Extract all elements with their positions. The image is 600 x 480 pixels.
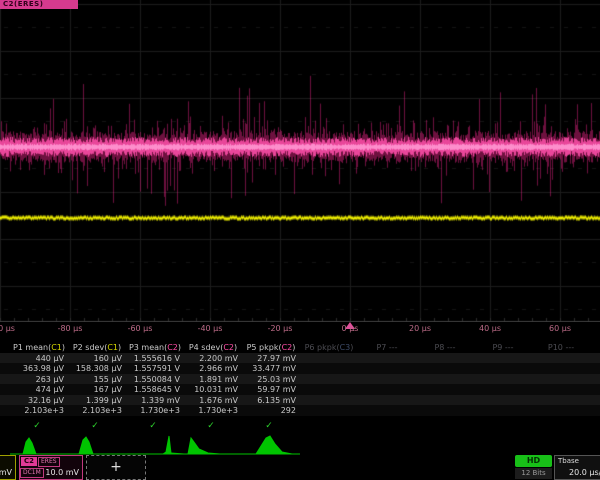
measure-source-label: C3 (340, 343, 351, 352)
measure-row: 440 µV160 µV1.555616 V2.200 mV27.97 mV (0, 353, 600, 364)
measure-status-row: ✓✓✓✓✓ (0, 421, 600, 432)
add-new-trace-button[interactable]: + (86, 455, 146, 480)
measure-header-p5[interactable]: P5 pkpk(C2) (242, 342, 300, 353)
measure-header-p10[interactable]: P10 --- (532, 342, 590, 353)
measure-row: 363.98 µV158.308 µV1.557591 V2.966 mV33.… (0, 363, 600, 374)
time-axis: -100 µs -80 µs -60 µs -40 µs -20 µs 0 µs 20 µs… (0, 322, 600, 336)
timebase-descriptor[interactable]: Tbase 20.0 µs/div (554, 455, 600, 480)
measure-value: 1.399 µV (68, 395, 126, 406)
measure-header-p8[interactable]: P8 --- (416, 342, 474, 353)
time-axis-label: 0 µs (342, 324, 359, 333)
timebase-title: Tbase (558, 457, 579, 465)
measure-header-row: P1 mean(C1)P2 sdev(C1)P3 mean(C2)P4 sdev… (0, 342, 600, 353)
measure-header-p9[interactable]: P9 --- (474, 342, 532, 353)
measure-header-p6[interactable]: P6 pkpk(C3) (300, 342, 358, 353)
measure-value: 440 µV (10, 353, 68, 364)
channel-descriptor-c1[interactable]: C1DC1M 10.0 mV (0, 455, 16, 480)
measure-source-label: C2 (223, 343, 234, 352)
hd-bits-label: 12 Bits (515, 468, 552, 479)
measure-value: 1.555616 V (126, 353, 184, 364)
measure-value: 2.966 mV (184, 363, 242, 374)
measure-value: 32.16 µV (10, 395, 68, 406)
histicon-p1[interactable] (10, 433, 68, 457)
measure-source-label: C2 (282, 343, 293, 352)
measure-value: 2.103e+3 (10, 405, 68, 416)
measure-header-p3[interactable]: P3 mean(C2) (126, 342, 184, 353)
hd-mode-badge: HD (515, 455, 552, 467)
histicon-p3[interactable] (126, 433, 184, 457)
measure-header-p2[interactable]: P2 sdev(C1) (68, 342, 126, 353)
measure-value: 25.03 mV (242, 374, 300, 385)
measure-value: 263 µV (10, 374, 68, 385)
status-check-icon: ✓ (126, 421, 184, 432)
trace-label-tab-c2[interactable]: C2(ERES) (0, 0, 78, 9)
measure-header-p11[interactable]: P11 --- (590, 342, 600, 353)
status-check-icon: ✓ (184, 421, 242, 432)
measure-value: 1.730e+3 (184, 405, 242, 416)
vertical-scale-c2: 10.0 mV (45, 468, 79, 477)
measure-value: 1.550084 V (126, 374, 184, 385)
measure-value: 158.308 µV (68, 363, 126, 374)
measure-value: 2.200 mV (184, 353, 242, 364)
measure-value: 292 (242, 405, 300, 416)
measure-header-p1[interactable]: P1 mean(C1) (10, 342, 68, 353)
measure-value: 1.339 mV (126, 395, 184, 406)
channel-descriptor-c2[interactable]: C2ERESDC1M 10.0 mV (19, 455, 83, 480)
measure-value: 1.891 mV (184, 374, 242, 385)
time-axis-label: -100 µs (0, 324, 15, 333)
oscilloscope-screen: C2(ERES) -100 µs -80 µs -60 µs -40 µs -20 µs… (0, 0, 600, 480)
measure-value: 474 µV (10, 384, 68, 395)
measure-row: 2.103e+32.103e+31.730e+31.730e+3292 (0, 405, 600, 416)
measure-row: 32.16 µV1.399 µV1.339 mV1.676 mV6.135 mV (0, 395, 600, 406)
time-axis-label: 20 µs (409, 324, 431, 333)
timebase-scale: 20.0 µs/div (569, 468, 600, 477)
histicon-p4[interactable] (184, 433, 242, 457)
measure-value: 155 µV (68, 374, 126, 385)
waveform-display[interactable] (0, 0, 600, 322)
measure-value: 1.557591 V (126, 363, 184, 374)
measure-source-label: C2 (167, 343, 178, 352)
measure-value: 10.031 mV (184, 384, 242, 395)
status-check-icon: ✓ (242, 421, 300, 432)
time-axis-label: 60 µs (549, 324, 571, 333)
measure-source-label: C1 (51, 343, 62, 352)
measure-value: 2.103e+3 (68, 405, 126, 416)
measure-value: 160 µV (68, 353, 126, 364)
dc1m-badge-c2: DC1M (20, 468, 44, 478)
measure-value: 6.135 mV (242, 395, 300, 406)
time-axis-label: -80 µs (58, 324, 83, 333)
histicon-p2[interactable] (68, 433, 126, 457)
vertical-scale-c1: 10.0 mV (0, 468, 12, 477)
measure-source-label: C1 (107, 343, 118, 352)
status-check-icon: ✓ (68, 421, 126, 432)
measure-value: 27.97 mV (242, 353, 300, 364)
time-axis-label: -20 µs (268, 324, 293, 333)
histicon-p5[interactable] (242, 433, 300, 457)
measure-value: 33.477 mV (242, 363, 300, 374)
measure-header-p4[interactable]: P4 sdev(C2) (184, 342, 242, 353)
eres-badge-c2: ERES (38, 457, 60, 467)
measure-value: 363.98 µV (10, 363, 68, 374)
time-axis-label: -60 µs (128, 324, 153, 333)
measure-value: 1.676 mV (184, 395, 242, 406)
measure-value: 1.558645 V (126, 384, 184, 395)
measure-value: 59.97 mV (242, 384, 300, 395)
measure-value: 1.730e+3 (126, 405, 184, 416)
status-check-icon: ✓ (10, 421, 68, 432)
measure-row: 474 µV167 µV1.558645 V10.031 mV59.97 mV (0, 384, 600, 395)
measure-row: 263 µV155 µV1.550084 V1.891 mV25.03 mV (0, 374, 600, 385)
time-axis-label: 40 µs (479, 324, 501, 333)
measure-header-p7[interactable]: P7 --- (358, 342, 416, 353)
channel-name-c2: C2 (21, 457, 37, 466)
measure-value: 167 µV (68, 384, 126, 395)
time-axis-label: -40 µs (198, 324, 223, 333)
